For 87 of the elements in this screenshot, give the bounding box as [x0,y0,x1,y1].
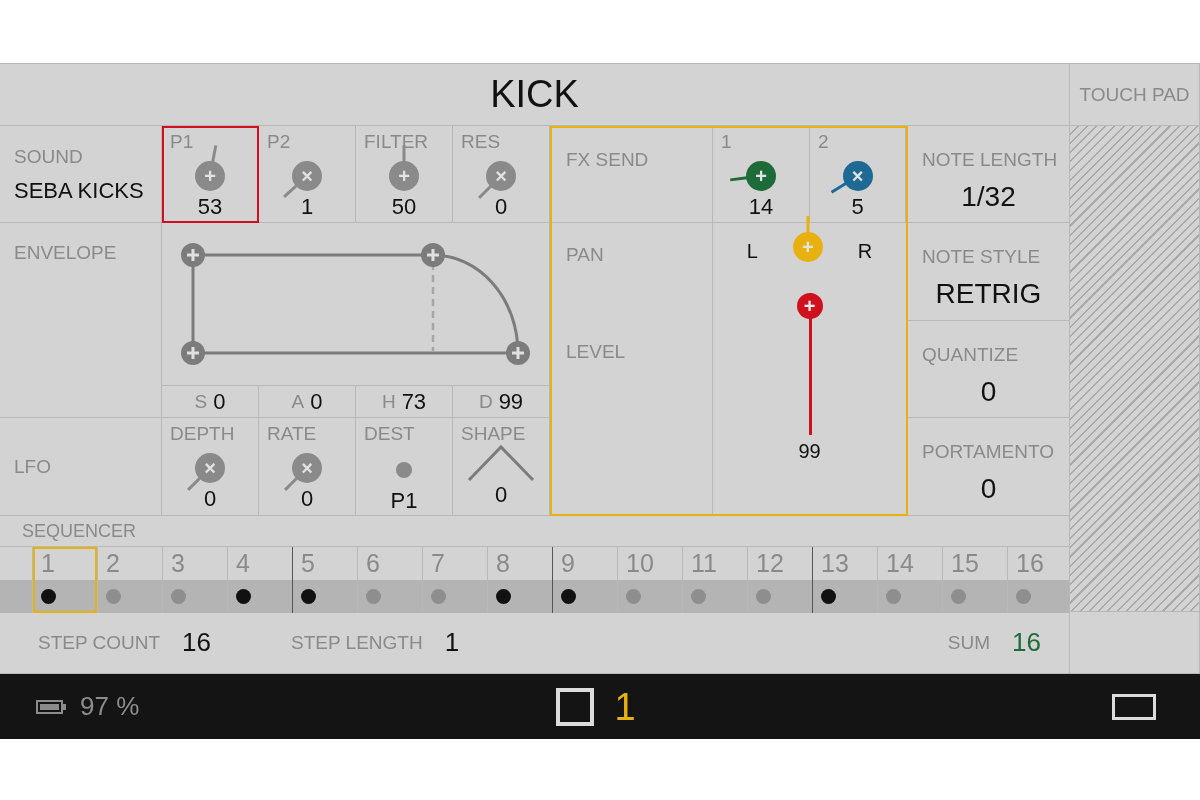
parameter-cell[interactable]: RES × 0 [453,126,550,223]
square-icon[interactable] [556,687,595,726]
triangle-wave-icon[interactable] [467,444,535,482]
sequencer-step[interactable]: 11 [682,547,747,613]
pan-left-label: L [746,239,758,263]
sequencer-step[interactable]: 10 [617,547,682,613]
parameter-cell[interactable]: P1 + 53 [162,126,259,223]
step-count-label: STEP COUNT [38,633,161,652]
sum-value: 16 [1012,627,1041,658]
stage-letter: H [381,392,396,411]
parameter-label: RES [460,132,501,152]
stage-letter: D [478,392,493,411]
lfo-parameter-value: P1 [390,490,418,512]
level-value: 99 [798,441,821,461]
note-setting-label: NOTE LENGTH [922,150,1059,169]
slider-thumb[interactable]: + [796,293,823,319]
pan-label: PAN [566,245,605,264]
lfo-parameter-label: DEPTH [169,424,235,444]
sequencer-step[interactable]: 9 [552,547,617,613]
sequencer-step[interactable]: 12 [747,547,812,613]
note-setting-value[interactable]: RETRIG [935,280,1042,308]
stage-value[interactable]: 0 [213,390,226,413]
sequencer-label: SEQUENCER [21,520,138,540]
send-value: 5 [851,196,864,218]
pan-right-label: R [857,239,873,263]
level-slider[interactable]: + [796,293,823,435]
lfo-parameter-value: 0 [300,488,314,510]
sequencer-step[interactable]: 16 [1007,547,1072,613]
step-length-label: STEP LENGTH [291,633,423,652]
fx-send-label: FX SEND [566,149,649,170]
battery-icon [36,699,66,714]
track-title: KICK [490,73,579,116]
sequencer-step[interactable]: 15 [942,547,1007,613]
parameter-value: 0 [494,196,508,218]
note-setting-label: PORTAMENTO [922,442,1055,461]
pan-knob[interactable]: + [775,215,840,279]
pattern-number: 1 [614,687,636,726]
touch-pad[interactable] [1070,126,1200,612]
parameter-value: 53 [197,196,223,218]
sound-value[interactable]: SEBA KICKS [14,179,161,202]
sequencer-step[interactable]: 5 [292,547,357,613]
sum-label: SUM [947,633,991,652]
stage-value[interactable]: 0 [310,390,323,413]
sequencer-step[interactable]: 7 [422,547,487,613]
lfo-parameter-label: DEST [363,424,415,444]
parameter-label: P1 [169,132,194,152]
parameter-label: P2 [266,132,291,152]
sequencer-step[interactable]: 14 [877,547,942,613]
note-setting-label: QUANTIZE [922,345,1020,364]
send-label: 2 [817,132,829,152]
lfo-parameter-label: SHAPE [460,424,526,444]
parameter-cell[interactable]: P2 × 1 [259,126,356,223]
sequencer-step[interactable]: 2 [97,547,162,613]
step-length-value[interactable]: 1 [444,627,460,658]
note-setting-value[interactable]: 0 [980,378,997,406]
sound-label: SOUND [14,146,84,166]
stage-letter: S [194,392,208,411]
destination-dot [396,462,412,478]
sequencer-step[interactable]: 1 [32,547,97,613]
battery-level: 97 % [80,691,140,722]
note-setting-value[interactable]: 1/32 [961,183,1016,211]
note-setting-label: NOTE STYLE [922,247,1042,266]
parameter-label: FILTER [363,132,429,152]
parameter-value: 50 [391,196,417,218]
sequencer-step[interactable]: 13 [812,547,877,613]
sequencer-step[interactable]: 8 [487,547,552,613]
stage-value[interactable]: 99 [498,390,524,413]
stage-letter: A [291,392,305,411]
sequencer-step[interactable]: 3 [162,547,227,613]
envelope-drawing[interactable] [181,243,530,365]
parameter-value: 1 [300,196,314,218]
note-setting-value[interactable]: 0 [980,475,997,503]
lfo-parameter-label: RATE [266,424,317,444]
lfo-label: LFO [14,457,51,476]
sequencer-step[interactable]: 6 [357,547,422,613]
stage-value[interactable]: 73 [401,390,427,413]
sequencer-step[interactable]: 4 [227,547,292,613]
send-label: 1 [720,132,732,152]
step-count-value[interactable]: 16 [182,627,212,658]
parameter-cell[interactable]: FILTER + 50 [356,126,453,223]
lfo-parameter-value: 0 [494,484,508,506]
lfo-parameter-value: 0 [203,488,217,510]
level-label: LEVEL [566,342,627,361]
envelope-label: ENVELOPE [14,242,117,263]
send-value: 14 [748,196,774,218]
rectangle-icon[interactable] [1112,693,1156,720]
touch-pad-label: TOUCH PAD [1079,85,1190,104]
